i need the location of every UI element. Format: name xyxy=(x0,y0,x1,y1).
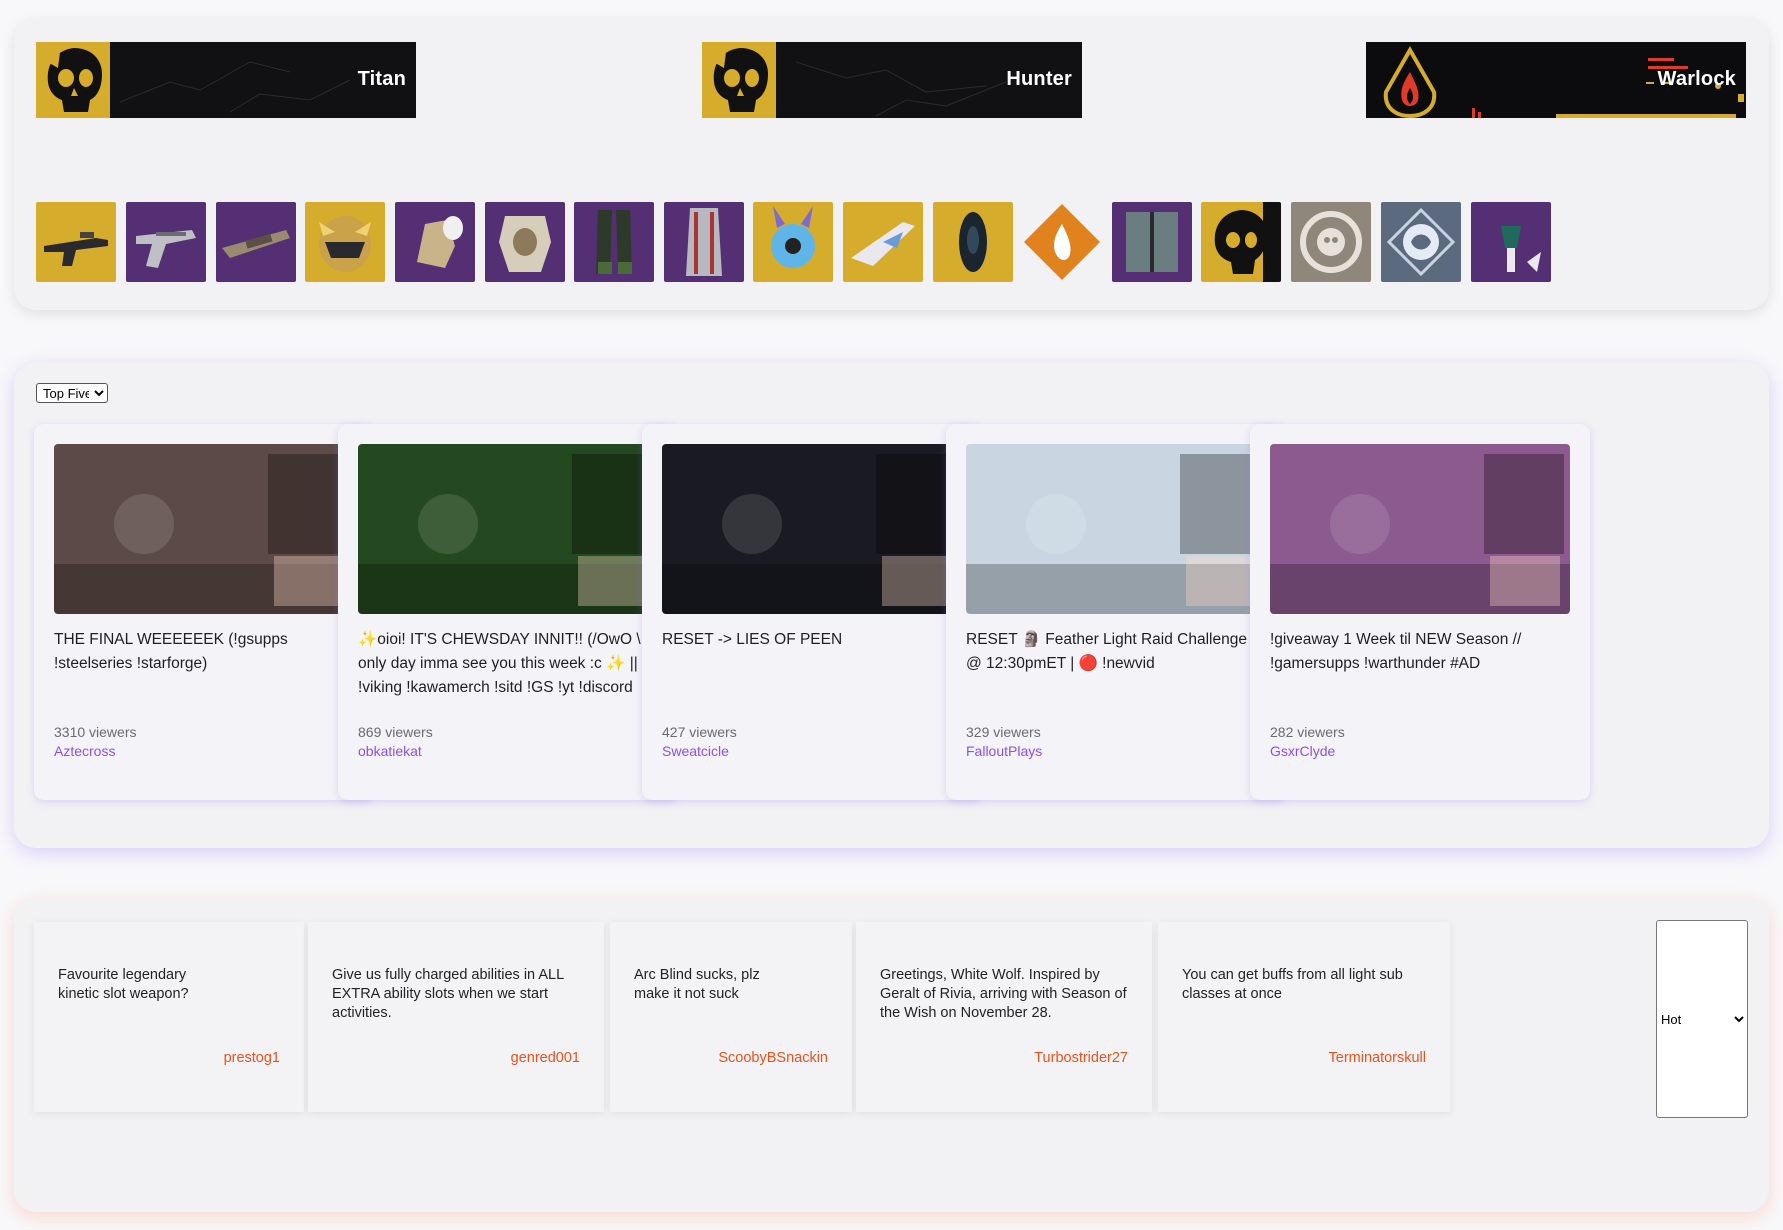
exotic-helmet-icon[interactable] xyxy=(305,202,385,282)
stream-title[interactable]: RESET -> LIES OF PEEN xyxy=(662,628,962,652)
stream-channel-link[interactable]: obkatiekat xyxy=(358,743,422,759)
stream-channel-link[interactable]: Aztecross xyxy=(54,743,115,759)
stream-title[interactable]: ✨oioi! IT'S CHEWSDAY INNIT!! (/OwO \ ) o… xyxy=(358,628,658,700)
solar-subclass-icon[interactable] xyxy=(1022,202,1102,282)
warlock-class-banner[interactable]: Warlock xyxy=(1366,42,1746,118)
post-author-link[interactable]: genred001 xyxy=(511,1050,580,1066)
stream-card[interactable]: RESET -> LIES OF PEEN 427 viewers Sweatc… xyxy=(642,424,982,800)
stream-card[interactable]: RESET 🗿 Feather Light Raid Challenge @ 1… xyxy=(946,424,1286,800)
stream-card[interactable]: THE FINAL WEEEEEEK (!gsupps !steelseries… xyxy=(34,424,374,800)
stream-title[interactable]: THE FINAL WEEEEEEK (!gsupps !steelseries… xyxy=(54,628,354,676)
post-title[interactable]: Arc Blind sucks, plz make it not suck xyxy=(634,966,768,1004)
sparrow-icon[interactable] xyxy=(843,202,923,282)
post-author-link[interactable]: Terminatorskull xyxy=(1329,1050,1427,1066)
post-title[interactable]: You can get buffs from all light sub cla… xyxy=(1182,966,1426,1004)
stream-viewer-count: 3310 viewers xyxy=(54,724,137,740)
post-card[interactable]: Favourite legendary kinetic slot weapon?… xyxy=(34,922,304,1112)
post-title[interactable]: Give us fully charged abilities in ALL E… xyxy=(332,966,580,1023)
transmat-icon[interactable] xyxy=(1471,202,1551,282)
leg-armor-icon[interactable] xyxy=(574,202,654,282)
post-title[interactable]: Favourite legendary kinetic slot weapon? xyxy=(58,966,220,1004)
class-name-label: Titan xyxy=(357,68,406,90)
stream-thumbnail[interactable] xyxy=(1270,444,1570,614)
stream-channel-link[interactable]: Sweatcicle xyxy=(662,743,729,759)
stream-title[interactable]: !giveaway 1 Week til NEW Season // !game… xyxy=(1270,628,1570,676)
auto-rifle-icon[interactable] xyxy=(36,202,116,282)
stream-viewer-count: 282 viewers xyxy=(1270,724,1345,740)
stream-viewer-count: 869 viewers xyxy=(358,724,433,740)
shotgun-icon[interactable] xyxy=(216,202,296,282)
post-card[interactable]: Greetings, White Wolf. Inspired by Geral… xyxy=(856,922,1152,1112)
gauntlets-icon[interactable] xyxy=(395,202,475,282)
reddit-posts-panel: Favourite legendary kinetic slot weapon?… xyxy=(14,898,1769,1212)
post-card[interactable]: Give us fully charged abilities in ALL E… xyxy=(308,922,604,1112)
hand-cannon-icon[interactable] xyxy=(126,202,206,282)
post-card[interactable]: You can get buffs from all light sub cla… xyxy=(1158,922,1450,1112)
stream-channel-link[interactable]: GsxrClyde xyxy=(1270,743,1335,759)
post-title[interactable]: Greetings, White Wolf. Inspired by Geral… xyxy=(880,966,1128,1023)
stream-title[interactable]: RESET 🗿 Feather Light Raid Challenge @ 1… xyxy=(966,628,1266,676)
skull-emblem-icon xyxy=(702,42,776,118)
stream-card[interactable]: ✨oioi! IT'S CHEWSDAY INNIT!! (/OwO \ ) o… xyxy=(338,424,678,800)
titan-class-banner[interactable]: Titan xyxy=(36,42,416,118)
post-card[interactable]: Arc Blind sucks, plz make it not suck Sc… xyxy=(610,922,852,1112)
class-item-icon[interactable] xyxy=(664,202,744,282)
stream-channel-link[interactable]: FalloutPlays xyxy=(966,743,1042,759)
post-sort-select[interactable]: Hot xyxy=(1656,920,1748,1118)
post-author-link[interactable]: ScoobyBSnackin xyxy=(718,1050,828,1066)
stream-viewer-count: 329 viewers xyxy=(966,724,1041,740)
skull-emblem-icon xyxy=(36,42,110,118)
twitch-streams-panel: Top Five THE FINAL WEEEEEEK (!gsupps !st… xyxy=(14,362,1769,848)
hunter-class-banner[interactable]: Hunter xyxy=(702,42,1082,118)
stream-card[interactable]: !giveaway 1 Week til NEW Season // !game… xyxy=(1250,424,1590,800)
class-name-label: Warlock xyxy=(1657,68,1736,90)
post-author-link[interactable]: prestog1 xyxy=(224,1050,280,1066)
stream-thumbnail[interactable] xyxy=(358,444,658,614)
class-name-label: Hunter xyxy=(1006,68,1072,90)
emote-icon[interactable] xyxy=(1381,202,1461,282)
stream-filter-select[interactable]: Top Five xyxy=(36,383,108,403)
shader-icon[interactable] xyxy=(1112,202,1192,282)
post-author-link[interactable]: Turbostrider27 xyxy=(1034,1050,1128,1066)
emblem-icon[interactable] xyxy=(1201,202,1281,282)
stream-viewer-count: 427 viewers xyxy=(662,724,737,740)
ghost-shell-icon[interactable] xyxy=(753,202,833,282)
stream-thumbnail[interactable] xyxy=(966,444,1266,614)
ship-icon[interactable] xyxy=(933,202,1013,282)
stream-thumbnail[interactable] xyxy=(54,444,354,614)
loadout-panel: Titan Hunter Warlock xyxy=(14,18,1769,310)
stream-thumbnail[interactable] xyxy=(662,444,962,614)
finisher-icon[interactable] xyxy=(1291,202,1371,282)
chest-armor-icon[interactable] xyxy=(485,202,565,282)
